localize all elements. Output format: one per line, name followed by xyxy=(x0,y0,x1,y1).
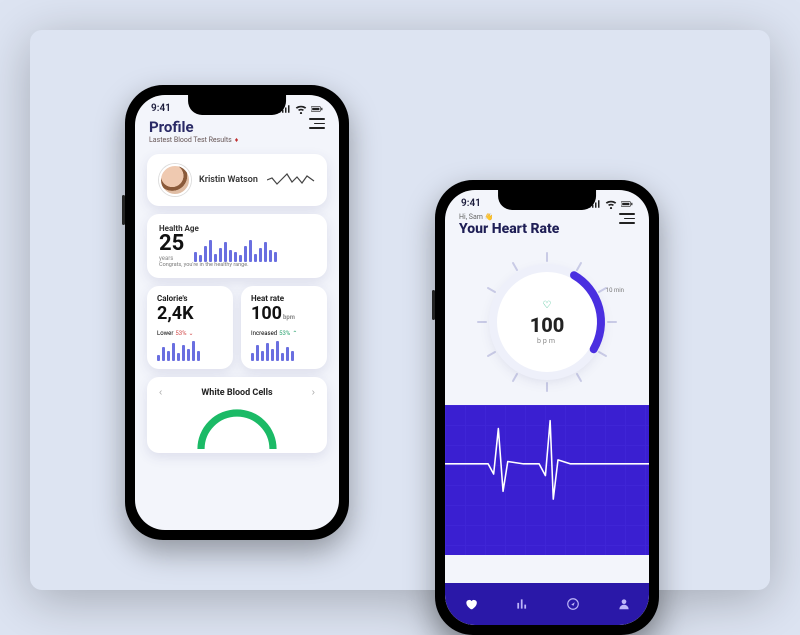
health-age-bars xyxy=(194,236,315,262)
page-title: Your Heart Rate xyxy=(459,221,559,237)
health-age-unit: years xyxy=(159,255,184,262)
wifi-icon xyxy=(295,104,307,114)
menu-icon[interactable] xyxy=(309,118,325,128)
metrics-row: Calorie's 2,4K Lower 53% ⌄ Heat rate 100… xyxy=(147,286,327,369)
heart-rate-delta-value: 53% xyxy=(279,330,290,337)
wbc-card[interactable]: ‹ White Blood Cells › xyxy=(147,377,327,453)
calories-bars xyxy=(157,341,223,361)
calories-delta-value: 53% xyxy=(175,330,186,337)
calories-value: 2,4K xyxy=(157,303,194,324)
gauge-ring xyxy=(486,261,608,383)
avatar xyxy=(159,164,191,196)
health-age-card[interactable]: Health Age 25 years Congrats, you're in … xyxy=(147,214,327,278)
stats-icon xyxy=(515,597,529,611)
nav-heart[interactable] xyxy=(456,589,486,619)
heart-rate-delta: Increased 53% ⌃ xyxy=(251,330,317,337)
calories-label: Calorie's xyxy=(157,294,223,303)
heart-rate-bars xyxy=(251,341,317,361)
phone-heart-rate: 9:41 Hi, Sam 👋 Your Heart Rate xyxy=(435,180,659,635)
calories-delta-label: Lower xyxy=(157,330,173,337)
heart-rate-gauge[interactable]: ♡ 100 bpm xyxy=(494,269,600,375)
heart-rate-card[interactable]: Heat rate 100bpm Increased 53% ⌃ xyxy=(241,286,327,369)
gauge-section: 10 min ♡ 100 bpm xyxy=(445,247,649,397)
calories-delta: Lower 53% ⌄ xyxy=(157,330,223,337)
health-age-value: 25 xyxy=(159,233,184,255)
page-title: Profile xyxy=(149,118,238,136)
notch xyxy=(188,95,286,115)
heart-icon xyxy=(464,597,478,611)
heart-rate-label: Heat rate xyxy=(251,294,317,303)
chevron-up-icon: ⌃ xyxy=(292,330,297,337)
status-time: 9:41 xyxy=(151,103,171,114)
wifi-icon xyxy=(605,199,617,209)
gauge-area: 10 min ♡ 100 bpm xyxy=(472,247,622,397)
greeting: Hi, Sam 👋 xyxy=(459,213,559,221)
status-icons xyxy=(589,199,633,209)
health-age-note: Congrats, you're in the healthy range. xyxy=(159,262,315,268)
notch xyxy=(498,190,596,210)
wbc-title: White Blood Cells xyxy=(201,388,272,398)
header-text: Profile Lastest Blood Test Results ♦ xyxy=(149,118,238,144)
profile-name: Kristin Watson xyxy=(199,175,259,185)
status-icons xyxy=(279,104,323,114)
heart-rate-value: 100 xyxy=(251,303,282,324)
heart-rate-unit: bpm xyxy=(283,314,295,321)
status-time: 9:41 xyxy=(461,198,481,209)
heart-rate-delta-label: Increased xyxy=(251,330,277,337)
page-subtitle: Lastest Blood Test Results ♦ xyxy=(149,136,238,144)
chevron-down-icon: ⌄ xyxy=(189,330,194,337)
user-icon xyxy=(617,597,631,611)
profile-card[interactable]: Kristin Watson xyxy=(147,154,327,206)
battery-icon xyxy=(621,199,633,209)
compass-icon xyxy=(566,597,580,611)
gauge-duration: 10 min xyxy=(606,287,624,294)
nav-compass[interactable] xyxy=(558,589,588,619)
header: Hi, Sam 👋 Your Heart Rate xyxy=(445,209,649,239)
header-text: Hi, Sam 👋 Your Heart Rate xyxy=(459,213,559,237)
screen-profile: 9:41 Profile Lastest Blood Test Results … xyxy=(135,95,339,530)
phone-profile: 9:41 Profile Lastest Blood Test Results … xyxy=(125,85,349,540)
wbc-donut xyxy=(192,404,282,449)
menu-icon[interactable] xyxy=(619,213,635,223)
battery-icon xyxy=(311,104,323,114)
health-age-value-block: 25 years xyxy=(159,233,184,262)
nav-user[interactable] xyxy=(609,589,639,619)
nav-stats[interactable] xyxy=(507,589,537,619)
mockup-canvas: 9:41 Profile Lastest Blood Test Results … xyxy=(30,30,770,590)
ecg-line xyxy=(445,405,649,523)
calories-card[interactable]: Calorie's 2,4K Lower 53% ⌄ xyxy=(147,286,233,369)
header: Profile Lastest Blood Test Results ♦ xyxy=(135,114,339,146)
profile-sparkline xyxy=(267,168,315,192)
subtitle-text: Lastest Blood Test Results xyxy=(149,136,232,144)
screen-heart-rate: 9:41 Hi, Sam 👋 Your Heart Rate xyxy=(445,190,649,625)
wbc-next-button[interactable]: › xyxy=(312,387,315,398)
wbc-prev-button[interactable]: ‹ xyxy=(159,387,162,398)
ecg-panel xyxy=(445,405,649,555)
blood-drop-icon: ♦ xyxy=(235,136,239,144)
